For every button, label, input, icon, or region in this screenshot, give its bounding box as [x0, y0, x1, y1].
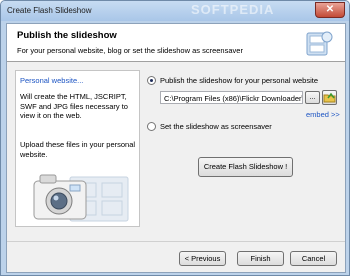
- film-publish-icon: [306, 31, 333, 56]
- camera-icon: [33, 174, 129, 222]
- title-bar[interactable]: Create Flash Slideshow SOFTPEDIA ✕: [1, 1, 349, 21]
- browse-button[interactable]: ...: [305, 91, 320, 104]
- page-title: Publish the slideshow: [17, 30, 117, 41]
- dialog-window: Create Flash Slideshow SOFTPEDIA ✕ Publi…: [0, 0, 350, 276]
- screensaver-label[interactable]: Set the slideshow as screensaver: [160, 122, 272, 131]
- dialog-content: Publish the slideshow For your personal …: [6, 23, 346, 273]
- finish-button[interactable]: Finish: [237, 251, 284, 266]
- create-slideshow-button[interactable]: Create Flash Slideshow !: [198, 157, 293, 177]
- page-subtitle: For your personal website, blog or set t…: [17, 46, 243, 55]
- info-panel: Personal website... Will create the HTML…: [15, 70, 140, 227]
- embed-link[interactable]: embed >>: [306, 110, 340, 119]
- watermark: SOFTPEDIA: [191, 2, 275, 17]
- window-title: Create Flash Slideshow: [7, 6, 92, 15]
- screensaver-radio[interactable]: [147, 122, 156, 131]
- publish-website-radio[interactable]: [147, 76, 156, 85]
- info-upload-note: Upload these files in your personal webs…: [20, 140, 136, 159]
- footer-separator: [7, 241, 345, 242]
- close-button[interactable]: ✕: [315, 2, 345, 18]
- cancel-button[interactable]: Cancel: [290, 251, 337, 266]
- publish-website-label[interactable]: Publish the slideshow for your personal …: [160, 76, 318, 85]
- open-folder-icon: [323, 92, 336, 103]
- previous-button[interactable]: < Previous: [179, 251, 226, 266]
- output-path-field[interactable]: C:\Program Files (x86)\Flickr Downloader…: [160, 91, 303, 104]
- open-folder-button[interactable]: [322, 90, 337, 105]
- info-description: Will create the HTML, JSCRIPT, SWF and J…: [20, 92, 128, 120]
- wizard-header: Publish the slideshow For your personal …: [7, 24, 345, 62]
- info-heading: Personal website...: [20, 76, 84, 85]
